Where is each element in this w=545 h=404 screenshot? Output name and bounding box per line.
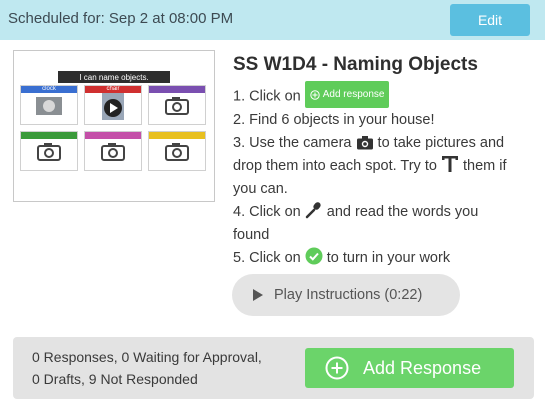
- chair-photo-icon: [102, 92, 124, 120]
- step-text: to take pictures and: [377, 134, 505, 151]
- thumbnail-cell: [148, 85, 206, 125]
- camera-icon: [165, 143, 189, 161]
- thumbnail-cell: chair: [84, 85, 142, 125]
- step-text: drop them into each spot. Try to: [233, 157, 437, 174]
- chip-label: Add response: [322, 89, 385, 100]
- activity-title: SS W1D4 - Naming Objects: [233, 54, 478, 75]
- camera-icon: [165, 97, 189, 115]
- step-4-cont: found: [233, 226, 270, 243]
- play-instructions-button[interactable]: Play Instructions (0:22): [232, 274, 460, 316]
- counts-line-2: 0 Drafts, 9 Not Responded: [32, 370, 198, 387]
- thumbnail-cell: clock: [20, 85, 78, 125]
- step-text: 4. Click on: [233, 203, 301, 220]
- step-3-cont: drop them into each spot. Try to them if: [233, 155, 538, 178]
- add-response-button[interactable]: Add Response: [305, 348, 514, 388]
- scheduled-text: Scheduled for: Sep 2 at 08:00 PM: [8, 10, 234, 27]
- camera-icon: [37, 143, 61, 161]
- text-tool-icon: [441, 155, 458, 172]
- activity-thumbnail[interactable]: I can name objects. clock chair: [13, 50, 215, 202]
- camera-icon: [101, 143, 125, 161]
- thumbnail-banner: I can name objects.: [58, 71, 170, 83]
- add-response-chip: Add response: [304, 81, 390, 108]
- step-text: 5. Click on: [233, 249, 301, 266]
- response-counts: 0 Responses, 0 Waiting for Approval, 0 D…: [32, 347, 262, 390]
- cell-strip: [149, 132, 205, 139]
- counts-line-1: 0 Responses, 0 Waiting for Approval,: [32, 349, 262, 365]
- edit-button[interactable]: Edit: [450, 4, 530, 36]
- check-circle-icon: [305, 247, 323, 264]
- camera-icon: [356, 135, 373, 149]
- step-text: them if: [462, 157, 507, 174]
- step-text: and read the words you: [326, 203, 479, 220]
- step-text: 1. Click on: [233, 88, 301, 105]
- step-2: 2. Find 6 objects in your house!: [233, 111, 435, 128]
- play-instructions-label: Play Instructions (0:22): [274, 287, 423, 303]
- step-5: 5. Click on to turn in your work: [233, 247, 538, 270]
- cell-strip: [21, 132, 77, 139]
- step-text: 3. Use the camera: [233, 134, 352, 151]
- cell-label: chair: [85, 86, 141, 93]
- thumbnail-cell: [148, 131, 206, 171]
- response-summary-bar: 0 Responses, 0 Waiting for Approval, 0 D…: [13, 337, 534, 399]
- microphone-icon: [305, 201, 321, 218]
- plus-circle-icon: [310, 89, 320, 100]
- plus-circle-icon: [325, 356, 349, 380]
- play-icon: [253, 289, 263, 301]
- step-3: 3. Use the camera to take pictures and: [233, 132, 538, 155]
- cell-label: clock: [21, 86, 77, 93]
- clock-photo-icon: [36, 97, 62, 115]
- schedule-bar: Scheduled for: Sep 2 at 08:00 PM Edit: [0, 0, 545, 40]
- activity-instructions: 1. Click on Add response 2. Find 6 objec…: [233, 81, 538, 270]
- add-response-label: Add Response: [363, 357, 482, 378]
- step-3-end: you can.: [233, 180, 288, 197]
- step-4: 4. Click on and read the words you: [233, 201, 538, 224]
- cell-strip: [85, 132, 141, 139]
- thumbnail-cell: [20, 131, 78, 171]
- step-1: 1. Click on Add response: [233, 81, 538, 109]
- step-text: to turn in your work: [326, 249, 451, 266]
- cell-strip: [149, 86, 205, 93]
- thumbnail-cell: [84, 131, 142, 171]
